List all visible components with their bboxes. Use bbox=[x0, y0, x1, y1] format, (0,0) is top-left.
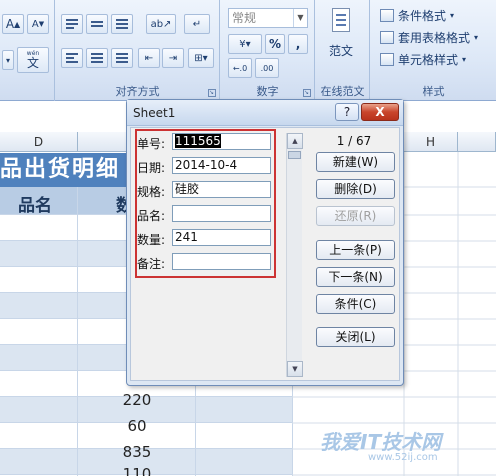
template-document-icon[interactable] bbox=[332, 8, 350, 32]
fanwen-button-label[interactable]: 范文 bbox=[326, 42, 356, 59]
column-header-d[interactable]: D bbox=[0, 132, 78, 152]
watermark-text: 我爱IT技术网 bbox=[320, 430, 442, 454]
shrink-font-button[interactable]: A ▼ bbox=[27, 14, 49, 34]
restore-button[interactable]: 还原(R) bbox=[316, 206, 395, 226]
column-header-h[interactable]: H bbox=[404, 132, 458, 152]
field-label-date: 日期: bbox=[137, 161, 166, 175]
percent-button[interactable]: % bbox=[265, 34, 285, 54]
watermark-url: www.52ij.com bbox=[368, 452, 438, 463]
phonetic-button[interactable]: wén 文 bbox=[17, 47, 49, 73]
order-no-field[interactable]: 111565 bbox=[172, 133, 271, 150]
styles-group-label: 样式 bbox=[422, 85, 445, 98]
wrap-text-button[interactable]: ↵ bbox=[184, 14, 210, 34]
increase-indent-button[interactable]: ⇥ bbox=[162, 48, 184, 68]
orientation-button[interactable]: ab↗ bbox=[146, 14, 176, 34]
grow-font-button[interactable]: A ▲ bbox=[2, 14, 24, 34]
increase-decimal-button[interactable]: ←.0 bbox=[228, 58, 252, 78]
table-format-label: 套用表格格式 bbox=[398, 30, 471, 45]
dialog-title: Sheet1 bbox=[133, 106, 176, 120]
alignment-launcher-icon[interactable]: ↘ bbox=[208, 89, 216, 97]
field-label-quantity: 数量: bbox=[137, 233, 166, 247]
criteria-button[interactable]: 条件(C) bbox=[316, 294, 395, 314]
conditional-format-icon bbox=[380, 8, 394, 22]
font-dropdown[interactable]: ▾ bbox=[2, 50, 14, 70]
dialog-titlebar[interactable]: Sheet1 ? X bbox=[127, 100, 403, 126]
align-left-button[interactable] bbox=[61, 48, 83, 68]
delete-record-button[interactable]: 删除(D) bbox=[316, 179, 395, 199]
quantity-cell[interactable]: 110 bbox=[78, 467, 196, 476]
date-field[interactable]: 2014-10-4 bbox=[172, 157, 271, 174]
quantity-cell[interactable]: 60 bbox=[78, 417, 196, 435]
alignment-group-label: 对齐方式 bbox=[115, 85, 160, 98]
conditional-format-button[interactable]: 条件格式 ▾ bbox=[380, 6, 454, 24]
quantity-cell[interactable]: 835 bbox=[78, 443, 196, 461]
dialog-body: 单号: 111565 日期: 2014-10-4 规格: 硅胶 品名: 数量: … bbox=[130, 127, 400, 381]
align-middle-button[interactable] bbox=[86, 14, 108, 34]
number-launcher-icon[interactable]: ↘ bbox=[303, 89, 311, 97]
product-name-field[interactable] bbox=[172, 205, 271, 222]
previous-record-button[interactable]: 上一条(P) bbox=[316, 240, 395, 260]
close-dialog-button[interactable]: 关闭(L) bbox=[316, 327, 395, 347]
scroll-down-icon[interactable]: ▼ bbox=[287, 361, 303, 377]
number-format-value: 常规 bbox=[232, 11, 257, 25]
align-top-button[interactable] bbox=[61, 14, 83, 34]
number-format-select[interactable]: 常规 ▼ bbox=[228, 8, 308, 28]
alignment-group: ab↗ ↵ ⇤ ⇥ ⊞▾ 对齐方式 ↘ bbox=[56, 0, 220, 101]
comma-button[interactable]: , bbox=[288, 34, 308, 54]
spec-field[interactable]: 硅胶 bbox=[172, 181, 271, 198]
decrease-decimal-button[interactable]: .00 bbox=[255, 58, 279, 78]
field-label-order-no: 单号: bbox=[137, 137, 166, 151]
data-form-dialog: Sheet1 ? X 单号: 111565 日期: 2014-10-4 规格: … bbox=[126, 99, 404, 386]
table-format-button[interactable]: 套用表格格式 ▾ bbox=[380, 28, 478, 46]
sheet-title-text: 品出货明细 bbox=[0, 157, 121, 182]
conditional-format-label: 条件格式 bbox=[398, 8, 447, 23]
field-label-product-name: 品名: bbox=[137, 209, 166, 223]
merge-center-button[interactable]: ⊞▾ bbox=[188, 48, 214, 68]
field-label-remarks: 备注: bbox=[137, 257, 166, 271]
cell-styles-icon bbox=[380, 52, 394, 66]
chevron-down-icon: ▼ bbox=[293, 9, 307, 27]
currency-button[interactable]: ¥▾ bbox=[228, 34, 262, 54]
scroll-thumb[interactable] bbox=[288, 151, 301, 159]
column-header-i[interactable] bbox=[458, 132, 496, 152]
quantity-field[interactable]: 241 bbox=[172, 229, 271, 246]
header-cell-product-name: 品名 bbox=[18, 196, 52, 216]
field-label-spec: 规格: bbox=[137, 185, 166, 199]
decrease-indent-button[interactable]: ⇤ bbox=[138, 48, 160, 68]
next-record-button[interactable]: 下一条(N) bbox=[316, 267, 395, 287]
remarks-field[interactable] bbox=[172, 253, 271, 270]
quantity-cell[interactable]: 220 bbox=[78, 391, 196, 409]
align-center-button[interactable] bbox=[86, 48, 108, 68]
record-scrollbar[interactable]: ▲ ▼ bbox=[286, 133, 303, 377]
online-template-group-label: 在线范文 bbox=[320, 85, 365, 98]
align-right-button[interactable] bbox=[111, 48, 133, 68]
help-button[interactable]: ? bbox=[335, 103, 359, 121]
wen-label: 文 bbox=[26, 55, 39, 70]
ribbon: A ▲ A ▼ ▾ wén 文 ab↗ ↵ ⇤ ⇥ ⊞▾ 对齐方式 ↘ 常规 ▼ ¥▾… bbox=[0, 0, 496, 101]
close-icon[interactable]: X bbox=[361, 103, 399, 121]
number-group-label: 数字 bbox=[256, 85, 279, 98]
new-record-button[interactable]: 新建(W) bbox=[316, 152, 395, 172]
cell-styles-button[interactable]: 单元格样式 ▾ bbox=[380, 50, 466, 68]
record-counter: 1 / 67 bbox=[336, 134, 372, 148]
align-bottom-button[interactable] bbox=[111, 14, 133, 34]
number-group: 常规 ▼ ¥▾ % , ←.0 .00 数字 ↘ bbox=[221, 0, 315, 101]
font-group: A ▲ A ▼ ▾ wén 文 bbox=[0, 0, 55, 101]
table-format-icon bbox=[380, 30, 394, 44]
scroll-up-icon[interactable]: ▲ bbox=[287, 133, 303, 149]
cell-styles-label: 单元格样式 bbox=[398, 52, 459, 67]
order-no-value: 111565 bbox=[175, 134, 221, 148]
